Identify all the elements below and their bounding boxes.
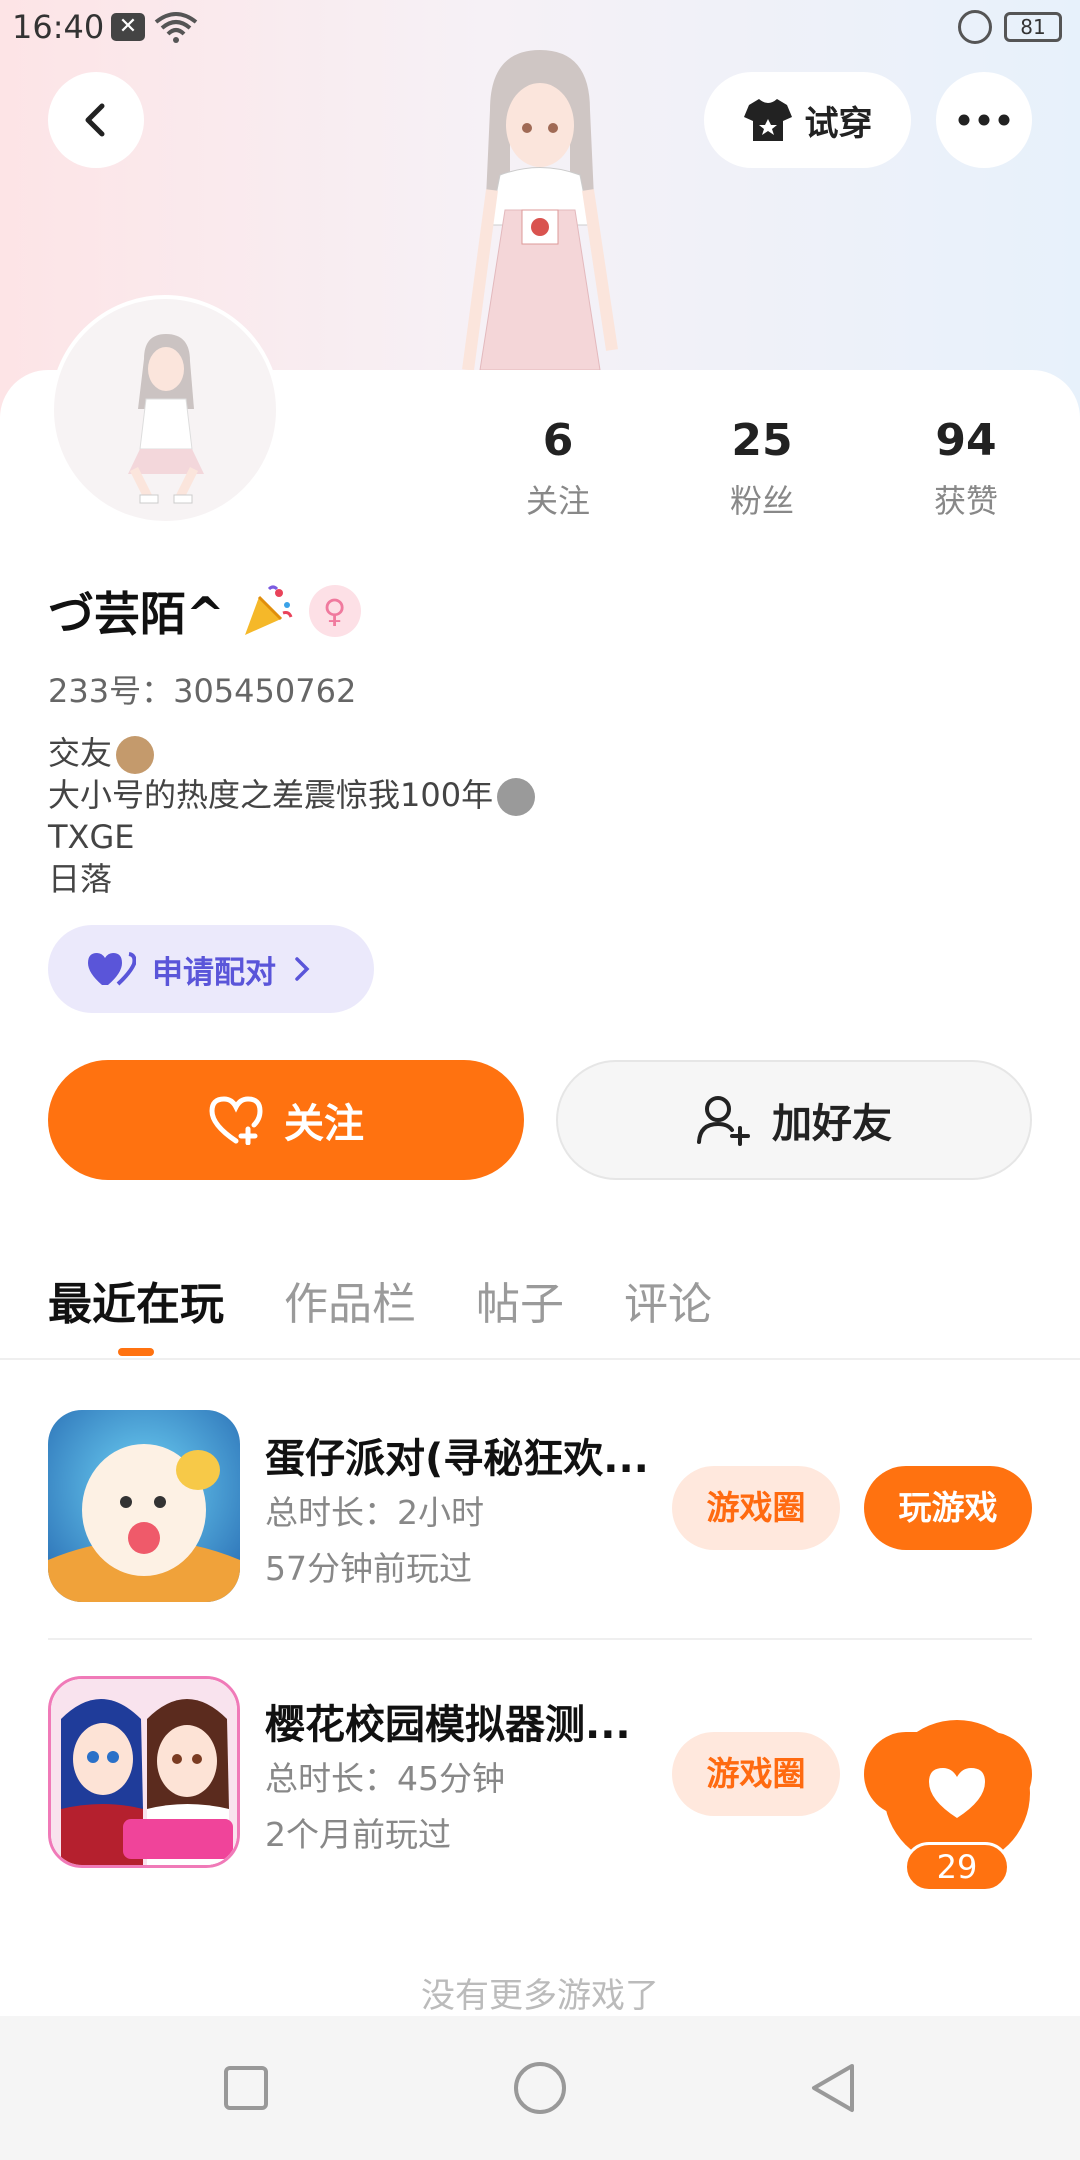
avatar[interactable]: [50, 295, 280, 525]
monkey-emoji-icon: [116, 736, 155, 774]
stat-likes-label: 获赞: [933, 482, 998, 520]
home-icon[interactable]: [508, 2056, 572, 2120]
tab-works[interactable]: 作品栏: [284, 1268, 416, 1332]
system-nav-bar: [0, 2016, 1080, 2160]
tab-comments[interactable]: 评论: [624, 1268, 712, 1332]
notification-x-icon: ✕: [111, 13, 145, 41]
bio-line-2: 大小号的热度之差震惊我100年: [48, 774, 536, 816]
game-duration: 总时长：2小时: [265, 1493, 484, 1532]
stat-fans-value: 25: [731, 415, 793, 466]
add-friend-label: 加好友: [772, 1101, 892, 1147]
apply-pair-label: 申请配对: [152, 954, 276, 991]
battery-icon: 81: [1004, 12, 1062, 42]
heart-icon: [929, 1768, 985, 1818]
heart-plus-icon: [209, 1096, 263, 1145]
gender-female-icon: ♀: [308, 585, 361, 637]
double-heart-icon: [88, 952, 136, 986]
add-friend-button[interactable]: 加好友: [556, 1060, 1032, 1180]
game-last-played: 57分钟前玩过: [265, 1549, 472, 1588]
like-count: 29: [904, 1842, 1010, 1892]
more-button[interactable]: [936, 72, 1032, 168]
stat-likes-value: 94: [935, 415, 997, 466]
game-duration: 总时长：45分钟: [265, 1759, 505, 1798]
stat-following-label: 关注: [525, 482, 590, 520]
status-bar: 16:40 ✕ 81: [0, 0, 1080, 56]
profile-tabs: 最近在玩 作品栏 帖子 评论: [0, 1260, 1080, 1360]
no-more-games-text: 没有更多游戏了: [421, 1976, 659, 2016]
recent-apps-icon[interactable]: [214, 2056, 278, 2120]
user-id: 233号：305450762: [48, 672, 357, 710]
game-row[interactable]: 蛋仔派对(寻秘狂欢... 总时长：2小时 57分钟前玩过 游戏圈 玩游戏: [0, 1410, 1080, 1610]
stat-likes[interactable]: 94 获赞: [896, 415, 1036, 522]
tab-recently-played[interactable]: 最近在玩: [48, 1268, 224, 1332]
game-circle-button[interactable]: 游戏圈: [672, 1466, 840, 1550]
stat-fans[interactable]: 25 粉丝: [692, 415, 832, 522]
stat-following[interactable]: 6 关注: [488, 415, 628, 522]
apply-pair-button[interactable]: 申请配对: [48, 925, 374, 1013]
wifi-icon: [154, 12, 198, 43]
try-on-label: 试穿: [804, 103, 873, 144]
avatar-3d-figure: [462, 50, 618, 370]
chevron-right-icon: [295, 957, 310, 981]
user-plus-icon: [697, 1096, 750, 1146]
more-dots-icon: [958, 114, 1010, 126]
bio-line-4: 日落: [48, 860, 113, 898]
avatar-figure-icon: [128, 334, 204, 504]
try-on-button[interactable]: 试穿: [704, 72, 911, 168]
tab-indicator: [118, 1348, 154, 1356]
follow-button[interactable]: 关注: [48, 1060, 524, 1180]
row-divider: [48, 1638, 1032, 1640]
stat-following-value: 6: [542, 415, 574, 466]
rotation-lock-icon: [958, 10, 992, 44]
back-button[interactable]: [48, 72, 144, 168]
chevron-left-icon: [85, 103, 105, 137]
tshirt-icon: [743, 99, 792, 141]
bio-line-3: TXGE: [48, 818, 135, 856]
stat-fans-label: 粉丝: [729, 482, 794, 520]
game-title: 蛋仔派对(寻秘狂欢...: [265, 1436, 649, 1482]
game-circle-button[interactable]: 游戏圈: [672, 1732, 840, 1816]
tab-posts[interactable]: 帖子: [476, 1268, 564, 1332]
game-last-played: 2个月前玩过: [265, 1815, 451, 1854]
bio-line-1: 交友: [48, 732, 535, 774]
game-title: 樱花校园模拟器测...: [265, 1702, 631, 1748]
nickname-row: づ芸陌^ ♀: [48, 578, 361, 644]
back-nav-icon[interactable]: [802, 2056, 866, 2120]
status-time: 16:40: [12, 8, 105, 46]
game-icon-sakura-school[interactable]: [48, 1676, 240, 1868]
smile-emoji-icon: [497, 778, 536, 816]
nickname: づ芸陌^: [48, 587, 225, 641]
party-popper-icon: [244, 585, 292, 635]
play-game-button[interactable]: 玩游戏: [864, 1466, 1032, 1550]
game-icon-eggy-party[interactable]: [48, 1410, 240, 1602]
follow-label: 关注: [284, 1101, 364, 1147]
bio: 交友 大小号的热度之差震惊我100年 TXGE 日落: [48, 732, 536, 900]
